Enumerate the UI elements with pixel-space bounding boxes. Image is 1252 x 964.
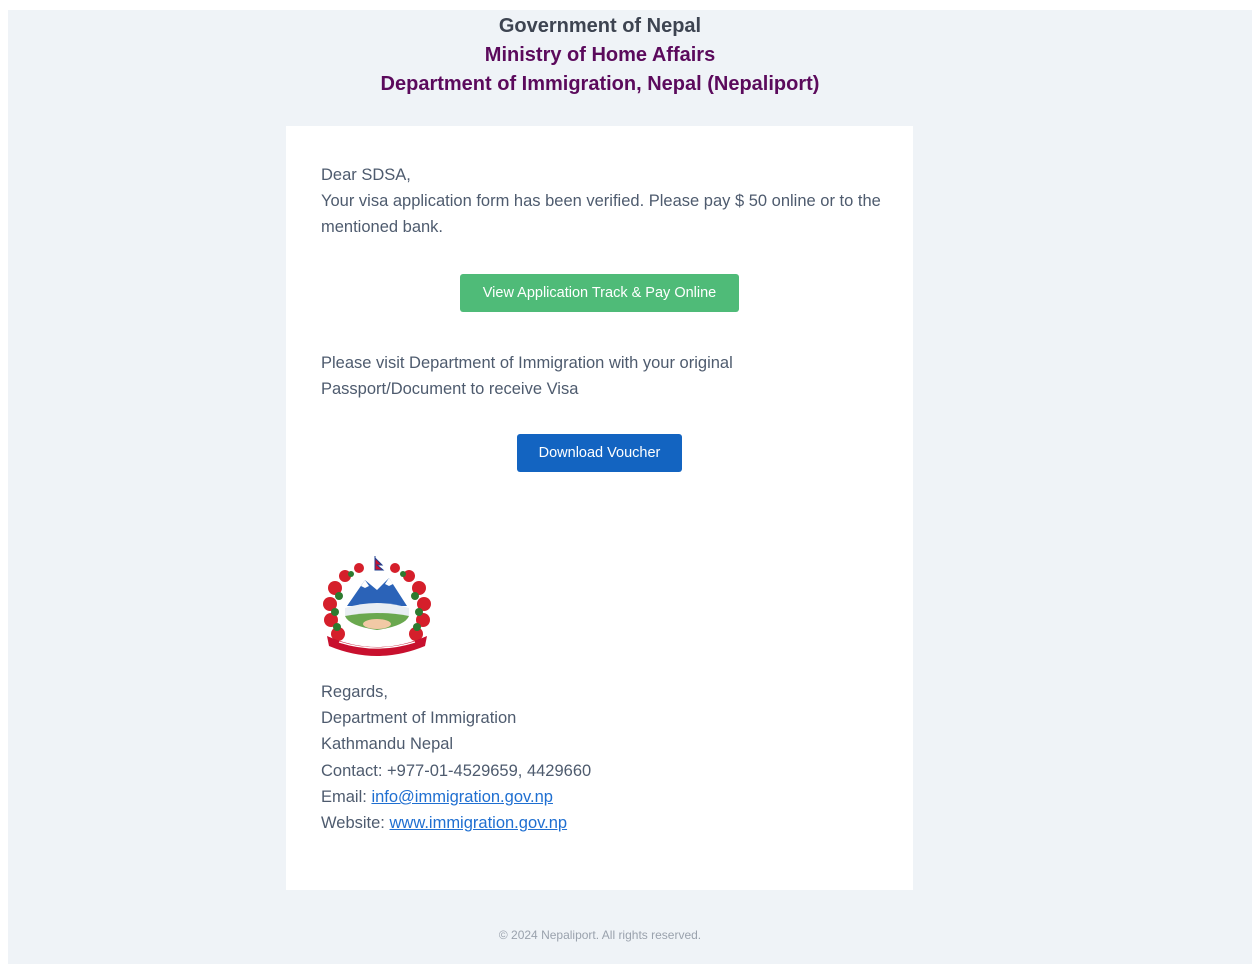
- email-label: Email:: [321, 787, 372, 806]
- signoff-block: Regards, Department of Immigration Kathm…: [321, 679, 881, 836]
- website-label: Website:: [321, 814, 390, 833]
- email-background: Government of Nepal Ministry of Home Aff…: [8, 10, 1252, 964]
- message-block: Dear SDSA, Your visa application form ha…: [321, 162, 881, 241]
- contact-text: Contact: +977-01-4529659, 4429660: [321, 761, 592, 780]
- ministry-title: Ministry of Home Affairs: [484, 44, 716, 66]
- email-card: Dear SDSA, Your visa application form ha…: [286, 126, 913, 890]
- email-row: Email: info@immigration.gov.np: [321, 784, 881, 810]
- government-title: Government of Nepal: [498, 15, 702, 37]
- regards-text: Regards,: [321, 683, 388, 701]
- download-voucher-button[interactable]: Download Voucher: [517, 434, 682, 472]
- website-row: Website: www.immigration.gov.np: [321, 810, 881, 836]
- visit-message: Please visit Department of Immigration w…: [321, 354, 733, 399]
- email-header: Government of Nepal Ministry of Home Aff…: [8, 12, 1192, 99]
- email-link[interactable]: info@immigration.gov.np: [371, 788, 553, 806]
- department-title: Department of Immigration, Nepal (Nepali…: [380, 73, 820, 95]
- org-name: Department of Immigration: [321, 709, 517, 728]
- view-track-pay-button[interactable]: View Application Track & Pay Online: [460, 274, 739, 312]
- location-text: Kathmandu Nepal: [321, 735, 454, 754]
- verification-message: Your visa application form has been veri…: [321, 192, 881, 237]
- greeting-text: Dear SDSA,: [321, 166, 411, 184]
- nepal-emblem-icon: [323, 556, 431, 656]
- footer-copyright: © 2024 Nepaliport. All rights reserved.: [498, 928, 702, 942]
- website-link[interactable]: www.immigration.gov.np: [389, 814, 567, 832]
